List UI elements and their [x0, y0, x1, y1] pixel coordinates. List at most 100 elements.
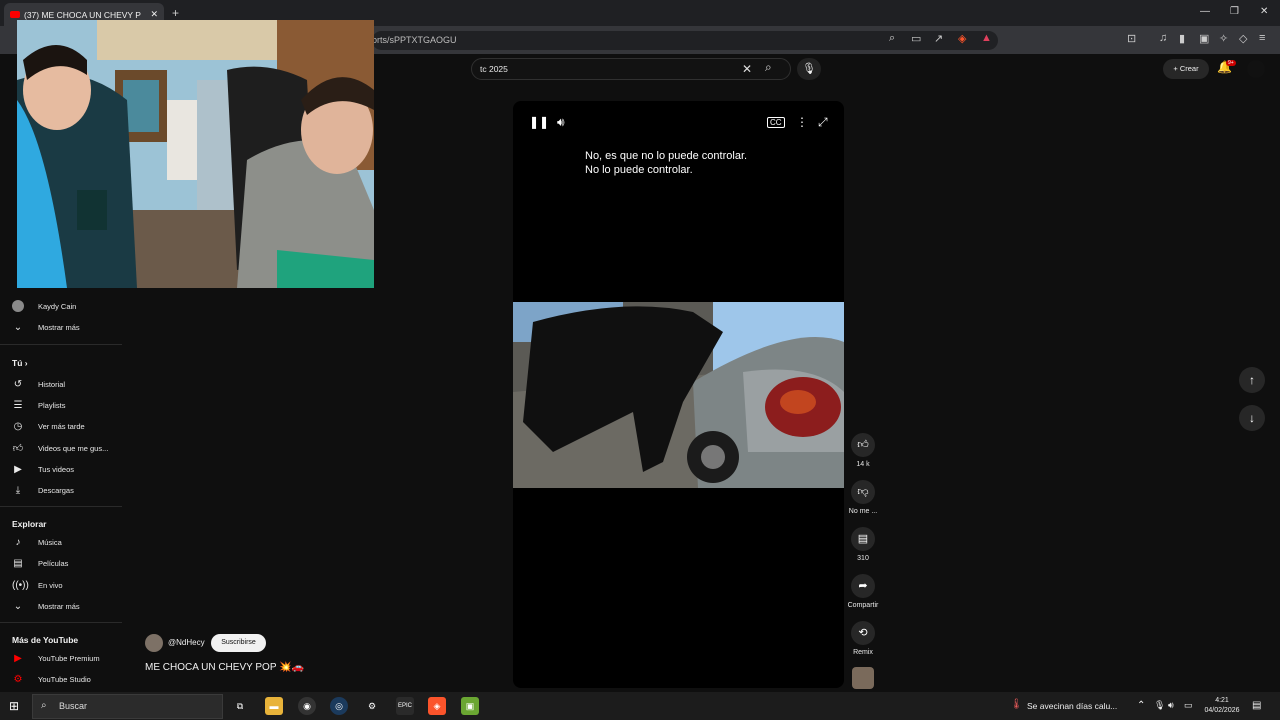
clear-search-icon[interactable]: ✕	[742, 62, 752, 76]
sidebar-item-label: YouTube Premium	[38, 653, 100, 663]
sidebar-divider	[0, 506, 122, 507]
sidebar-item-your-videos[interactable]: ▶ Tus videos	[12, 459, 74, 479]
clock[interactable]: 4:21 04/02/2026	[1202, 696, 1242, 716]
share-page-icon[interactable]: ↗	[934, 32, 943, 45]
like-action[interactable]: 👍︎ 14 k	[846, 433, 880, 468]
like-icon: 👍︎	[12, 443, 24, 454]
weather-text[interactable]: Se avecinan días calu...	[1027, 701, 1117, 711]
obs-icon[interactable]: ◉	[298, 697, 316, 715]
create-button[interactable]: + Crear	[1163, 59, 1209, 79]
restore-icon[interactable]: ❐	[1230, 6, 1239, 17]
sidebar-item-watch-later[interactable]: ◷ Ver más tarde	[12, 416, 85, 436]
window-close-icon[interactable]: ✕	[1260, 6, 1268, 17]
sidebar-item-live[interactable]: ((•)) En vivo	[12, 575, 63, 595]
thumbs-down-icon[interactable]: 👎︎	[851, 480, 875, 504]
sidebar-item-youtube-studio[interactable]: ⚙ YouTube Studio	[12, 669, 91, 689]
browser-menu-icon[interactable]: ≡	[1259, 32, 1265, 44]
search-icon[interactable]: ⌕	[765, 60, 772, 75]
media-icon[interactable]: ♫	[1159, 32, 1167, 44]
video-icon: ▶	[14, 463, 22, 475]
comments-count: 310	[857, 555, 869, 562]
comment-icon[interactable]: ▤	[851, 527, 875, 551]
sidebar-item-label: YouTube Studio	[38, 674, 91, 684]
share-action[interactable]: ➦ Compartir	[846, 574, 880, 609]
task-view-icon[interactable]: ⧉	[231, 697, 249, 715]
comments-action[interactable]: ▤ 310	[846, 527, 880, 562]
sound-thumbnail[interactable]	[852, 667, 874, 689]
zoom-icon[interactable]: ⌕	[889, 32, 895, 45]
sidebar-item-movies[interactable]: ▤ Películas	[12, 553, 68, 573]
fullscreen-icon[interactable]: ⤢	[818, 115, 828, 130]
sidebar-item-label: Películas	[38, 558, 69, 568]
taskbar-search-input[interactable]: Buscar	[32, 694, 223, 719]
tab-close-icon[interactable]: ✕	[150, 9, 158, 20]
search-icon: ⌕	[41, 700, 47, 711]
taskbar-search-placeholder: Buscar	[59, 701, 88, 711]
clock-time: 4:21	[1215, 697, 1229, 704]
shorts-player[interactable]: ❚❚ 🔊︎ CC ⋮ ⤢ No, es que no lo puede cont…	[513, 101, 844, 688]
notifications-badge: 9+	[1226, 60, 1236, 66]
sidebar-item-kaydy-cain[interactable]: Kaydy Cain	[12, 296, 76, 316]
new-tab-icon[interactable]: +	[172, 6, 179, 20]
cast-icon[interactable]: ▭	[911, 32, 921, 45]
file-explorer-icon[interactable]: ▬	[265, 697, 283, 715]
network-tray-icon[interactable]: ▭	[1184, 700, 1193, 711]
more-options-icon[interactable]: ⋮	[796, 115, 808, 129]
thumbs-up-icon[interactable]: 👍︎	[851, 433, 875, 457]
brave-browser-icon[interactable]: ◈	[428, 697, 446, 715]
leo-ai-icon[interactable]: ✧	[1219, 32, 1228, 45]
settings-icon[interactable]: ⚙	[363, 697, 381, 715]
sidebar-item-liked-videos[interactable]: 👍︎ Videos que me gus...	[12, 438, 109, 458]
remix-icon[interactable]: ⟲	[851, 621, 875, 645]
film-icon: ▤	[13, 557, 23, 569]
short-title: ME CHOCA UN CHEVY POP 💥🚗	[145, 662, 305, 673]
sidebar-item-downloads[interactable]: ⤓ Descargas	[12, 480, 74, 500]
sidebar-you-heading[interactable]: Tú ›	[12, 358, 28, 368]
share-icon[interactable]: ➦	[851, 574, 875, 598]
channel-handle[interactable]: @NdHecy	[168, 638, 205, 647]
sidebar-item-show-more-subs[interactable]: ⌄ Mostrar más	[12, 317, 80, 337]
volume-icon[interactable]: 🔊︎	[557, 115, 565, 130]
channel-avatar[interactable]	[145, 634, 163, 652]
windows-start-icon[interactable]: ⊞	[9, 699, 19, 713]
pause-icon[interactable]: ❚❚	[529, 115, 549, 129]
sidebar-item-label: Ver más tarde	[38, 421, 85, 431]
chevron-down-icon: ⌄	[13, 600, 23, 612]
dislike-action[interactable]: 👎︎ No me ...	[846, 480, 880, 515]
sidebar-more-heading: Más de YouTube	[12, 635, 79, 645]
microphone-icon[interactable]: 🎙	[797, 58, 821, 80]
sidebar-item-music[interactable]: ♪ Música	[12, 532, 62, 552]
sidebar-item-label: Playlists	[38, 400, 66, 410]
subtitle-line-1: No, es que no lo puede controlar.	[585, 150, 748, 162]
brave-shield-icon[interactable]: ◈	[958, 32, 966, 45]
subscribe-button[interactable]: Suscribirse	[211, 634, 266, 652]
wallet-icon[interactable]: ▣	[1199, 32, 1209, 45]
steam-icon[interactable]: ◎	[330, 697, 348, 715]
previous-short-button[interactable]: ↑	[1239, 367, 1265, 393]
sidebar-item-youtube-premium[interactable]: ▶ YouTube Premium	[12, 648, 100, 668]
tray-chevron-icon[interactable]: ⌃	[1137, 700, 1145, 711]
sidebar-divider	[0, 344, 122, 345]
remix-label: Remix	[853, 649, 873, 656]
sidebar-item-history[interactable]: ↺ Historial	[12, 374, 65, 394]
epic-games-icon[interactable]: EPIC	[396, 697, 414, 715]
you-heading-label: Tú	[12, 358, 23, 368]
sidebar-item-show-more-explore[interactable]: ⌄ Mostrar más	[12, 596, 80, 616]
sidebar-item-playlists[interactable]: ☰ Playlists	[12, 395, 66, 415]
address-bar[interactable]: orts/sPPTXTGAOGU	[372, 31, 998, 50]
sidebar-item-label: Videos que me gus...	[38, 443, 109, 453]
screenshot-icon[interactable]: ⊡	[1127, 32, 1136, 45]
sidebar-toggle-icon[interactable]: ▮	[1179, 32, 1185, 45]
vpn-shield-icon[interactable]: ◇	[1239, 32, 1247, 45]
youtube-premium-icon: ▶	[14, 652, 22, 664]
minimize-icon[interactable]: —	[1200, 6, 1210, 17]
speaker-tray-icon[interactable]: 🔊︎	[1168, 700, 1174, 711]
notification-center-icon[interactable]: ▤	[1252, 700, 1261, 711]
captions-icon[interactable]: CC	[767, 117, 785, 128]
next-short-button[interactable]: ↓	[1239, 405, 1265, 431]
microphone-tray-icon[interactable]: 🎙	[1154, 700, 1165, 711]
account-avatar[interactable]	[1247, 60, 1265, 78]
android-app-icon[interactable]: ▣	[461, 697, 479, 715]
brave-rewards-icon[interactable]: ▲	[981, 32, 992, 44]
remix-action[interactable]: ⟲ Remix	[846, 621, 880, 656]
